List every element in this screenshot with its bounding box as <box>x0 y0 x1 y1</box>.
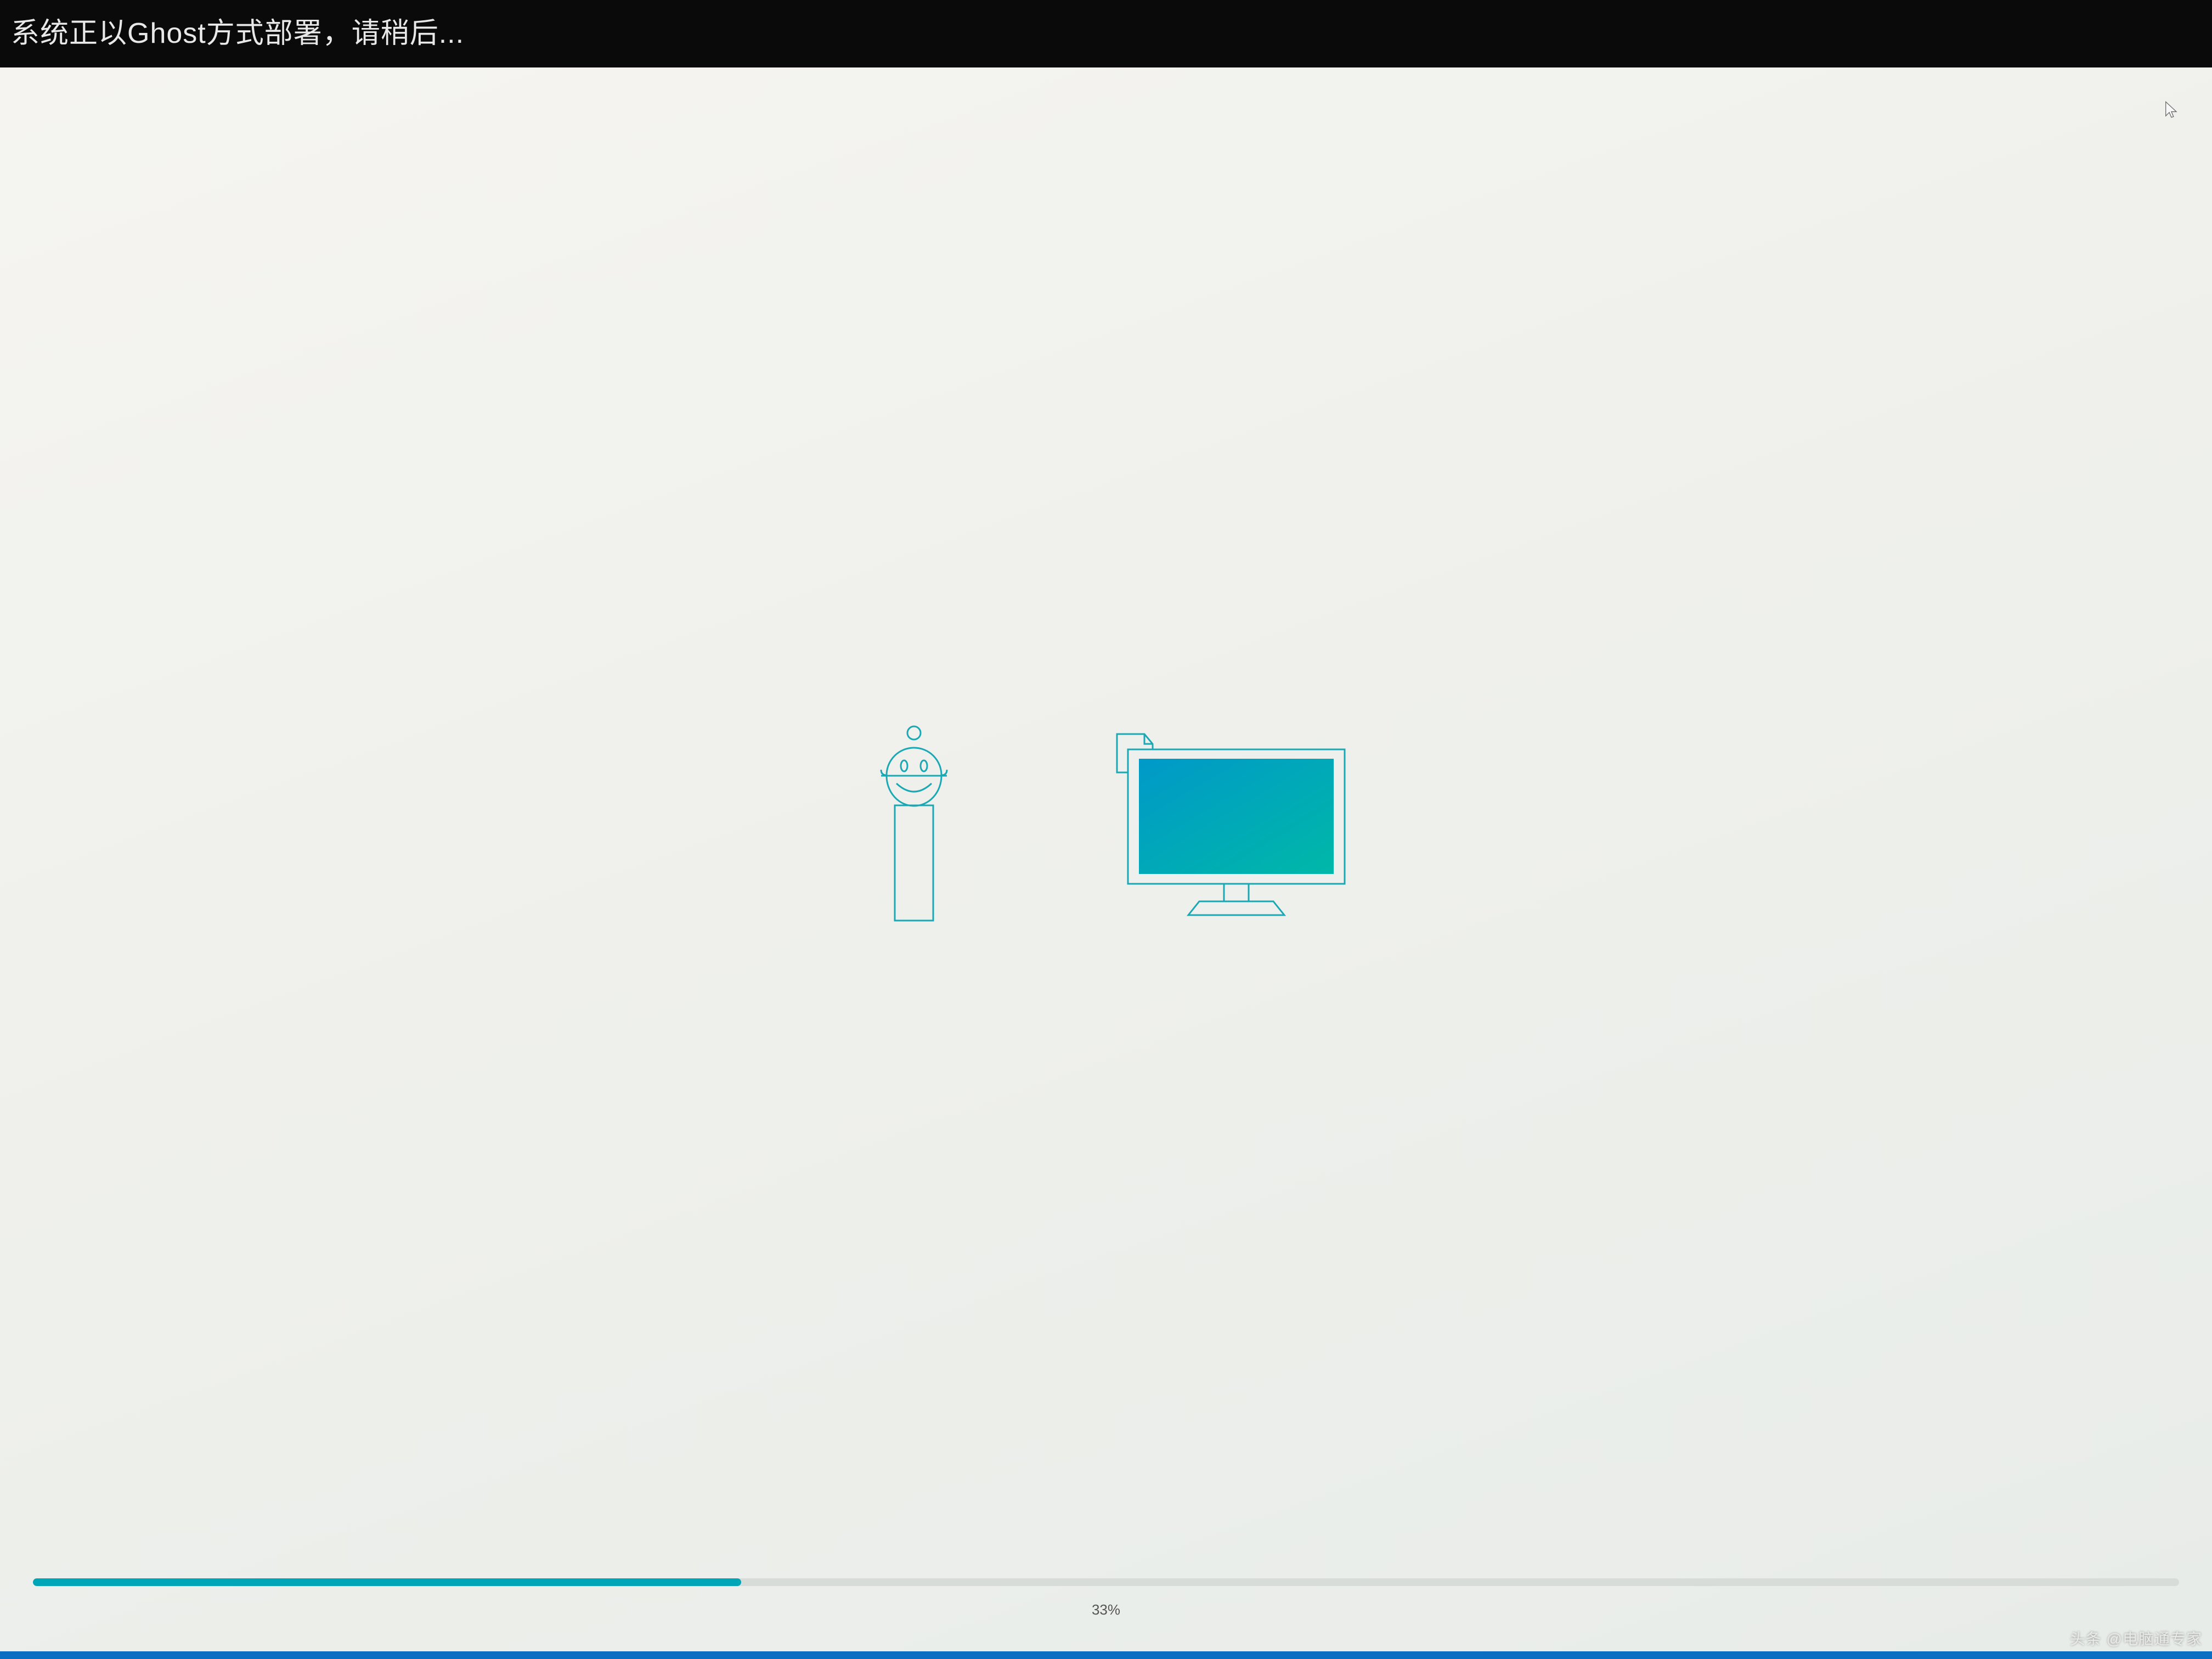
monitor-icon <box>1106 729 1347 929</box>
cursor-icon <box>2164 100 2179 120</box>
illustration-row <box>0 67 2212 1578</box>
bottom-strip <box>0 1651 2212 1659</box>
progress-bar <box>33 1578 2179 1586</box>
header-title: 系统正以Ghost方式部署，请稍后... <box>11 18 464 49</box>
header-bar: 系统正以Ghost方式部署，请稍后... <box>0 0 2212 67</box>
progress-fill <box>33 1578 741 1586</box>
progress-percent-label: 33% <box>33 1601 2179 1618</box>
content-area: 33% 头条 @电脑通专家 <box>0 67 2212 1651</box>
progress-section: 33% <box>0 1578 2212 1651</box>
robot-mascot-icon <box>865 723 963 934</box>
watermark-text: 头条 @电脑通专家 <box>2070 1627 2202 1649</box>
